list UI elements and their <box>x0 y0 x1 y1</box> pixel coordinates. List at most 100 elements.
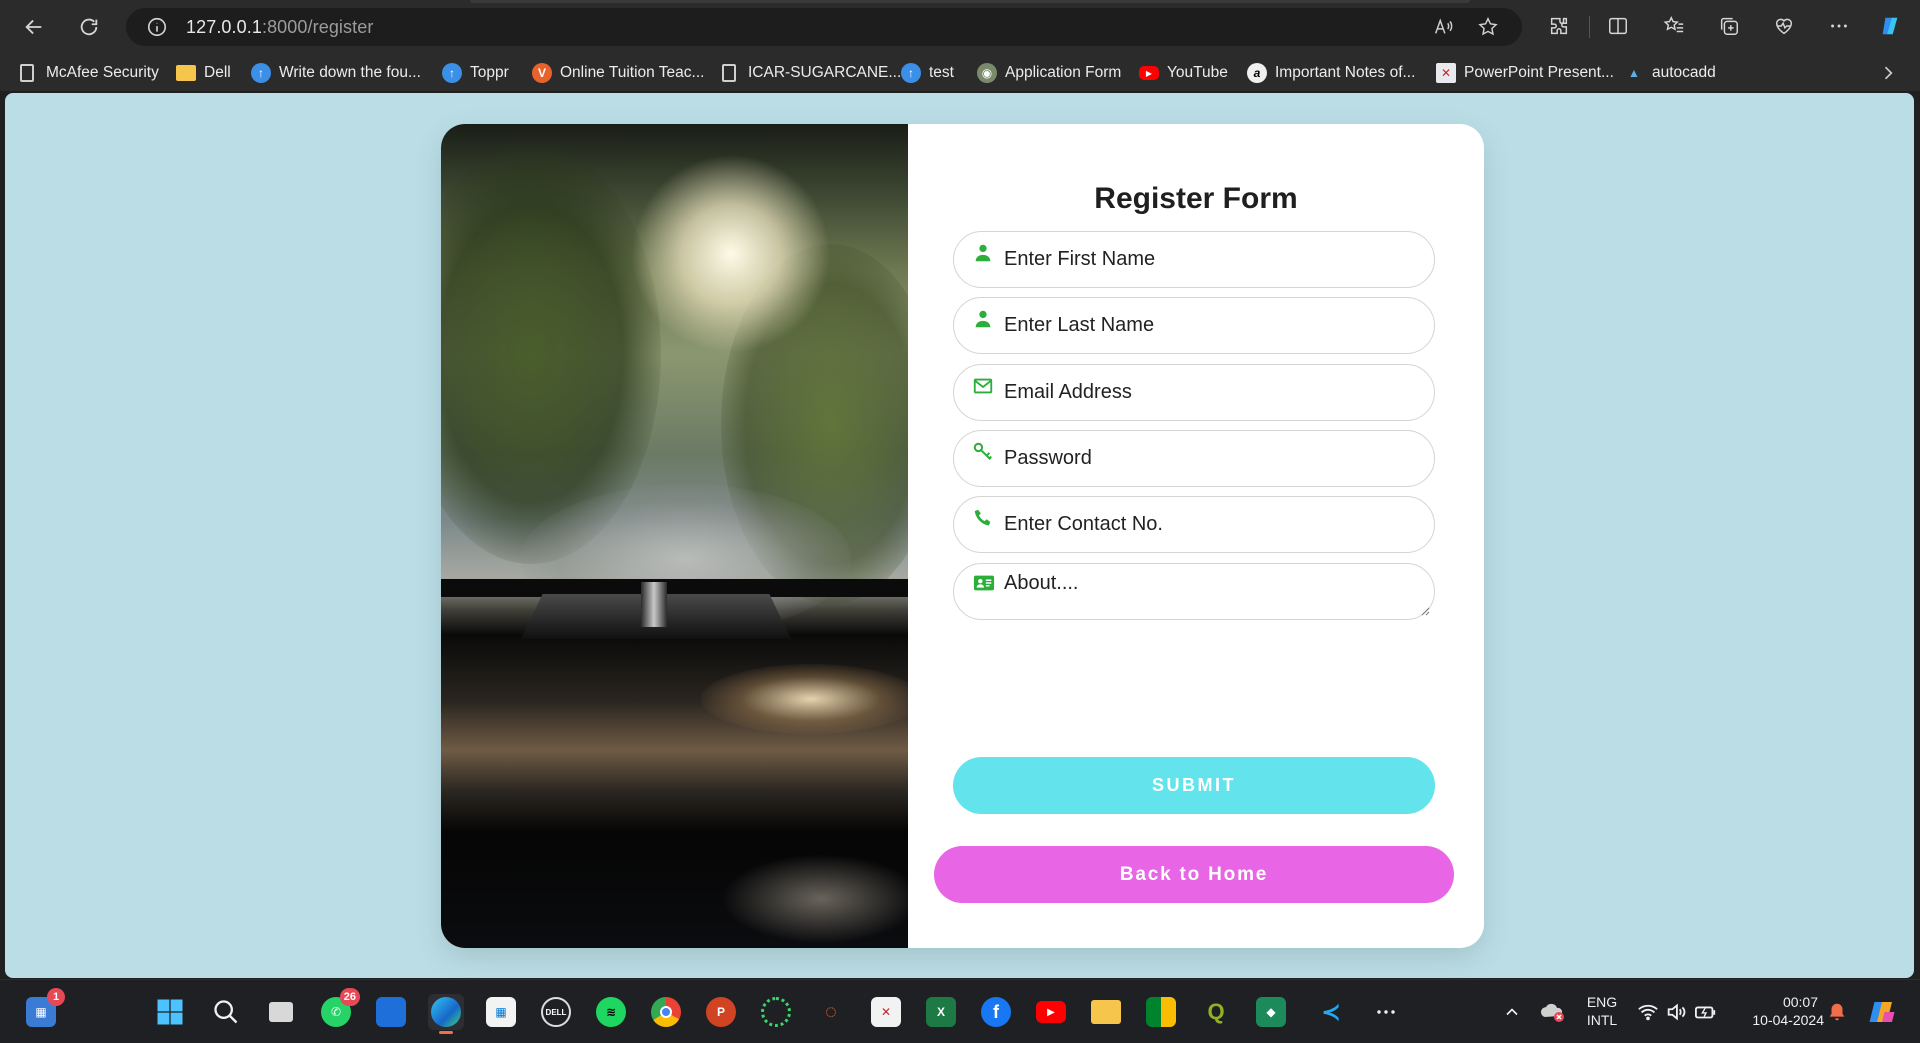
info-icon[interactable] <box>146 16 168 38</box>
bookmark-label: Important Notes of... <box>1275 64 1416 81</box>
email-input[interactable] <box>954 365 1434 420</box>
red-app-taskbar[interactable]: ✕ <box>868 994 904 1030</box>
clock[interactable]: 00:07 10-04-2024 <box>1734 993 1824 1029</box>
bookmark-label: autocadd <box>1652 64 1716 81</box>
bookmark-toppr[interactable]: ↑ Toppr <box>442 61 509 85</box>
copilot-taskbar[interactable] <box>1864 994 1900 1030</box>
collections-button[interactable] <box>1715 12 1743 40</box>
collections-icon <box>1720 17 1738 35</box>
bookmark-write-down[interactable]: ↑ Write down the fou... <box>251 61 421 85</box>
reload-button[interactable] <box>74 12 104 42</box>
about-textarea[interactable] <box>954 564 1434 619</box>
settings-more-button[interactable] <box>1825 12 1853 40</box>
meet-taskbar[interactable] <box>1143 994 1179 1030</box>
favorites-list-icon <box>1663 16 1684 33</box>
circle-app-icon <box>761 997 791 1027</box>
bookmark-powerpoint[interactable]: ✕ PowerPoint Present... <box>1436 61 1614 85</box>
vscode-taskbar[interactable]: ≺ <box>1313 994 1349 1030</box>
upload-arrow-icon: ↑ <box>901 63 921 83</box>
first-name-input[interactable] <box>954 232 1434 287</box>
browser-essentials-button[interactable] <box>1770 12 1798 40</box>
language-indicator[interactable]: ENG INTL <box>1582 993 1622 1029</box>
favorites-button[interactable] <box>1660 12 1688 40</box>
photo-sunlight <box>631 154 831 354</box>
last-name-field[interactable] <box>953 297 1435 354</box>
volume-icon[interactable] <box>1665 1001 1687 1023</box>
bookmark-online-tuition[interactable]: V Online Tuition Teac... <box>532 61 704 85</box>
contact-input[interactable] <box>954 497 1434 552</box>
back-button[interactable] <box>19 12 49 42</box>
read-aloud-icon[interactable] <box>1432 16 1454 38</box>
search-button[interactable] <box>208 994 244 1030</box>
about-field[interactable] <box>953 563 1435 620</box>
bookmark-youtube[interactable]: ▶ YouTube <box>1139 61 1228 85</box>
first-name-field[interactable] <box>953 231 1435 288</box>
clock-date: 10-04-2024 <box>1752 1012 1824 1028</box>
whatsapp-taskbar[interactable]: ✆ 26 <box>318 988 360 1030</box>
last-name-input[interactable] <box>954 298 1434 353</box>
url-text[interactable]: 127.0.0.1:8000/register <box>186 17 373 38</box>
red-app-icon: ✕ <box>871 997 901 1027</box>
powerpoint-taskbar[interactable]: P <box>703 994 739 1030</box>
bookmark-autocadd[interactable]: ▲ autocadd <box>1624 61 1716 85</box>
favorite-star-icon[interactable] <box>1477 16 1499 38</box>
qgis-taskbar[interactable]: Q <box>1198 994 1234 1030</box>
edge-taskbar[interactable] <box>428 994 464 1034</box>
widgets-badge: 1 <box>47 988 65 1006</box>
notification-bell-icon[interactable] <box>1826 1001 1848 1023</box>
chevron-right-icon[interactable] <box>1878 63 1898 83</box>
youtube-icon: ▶ <box>1139 66 1159 80</box>
extensions-button[interactable] <box>1545 12 1573 40</box>
app-blue-taskbar[interactable] <box>373 994 409 1030</box>
bookmark-test[interactable]: ↑ test <box>901 61 954 85</box>
meet-icon <box>1146 997 1176 1027</box>
bookmark-application-form[interactable]: ◉ Application Form <box>977 61 1121 85</box>
task-view-button[interactable] <box>263 994 299 1030</box>
arrow-left-icon <box>25 19 42 35</box>
facebook-taskbar[interactable]: f <box>978 994 1014 1030</box>
contact-field[interactable] <box>953 496 1435 553</box>
bookmark-mcafee-security[interactable]: McAfee Security <box>20 61 159 85</box>
copilot-button[interactable] <box>1876 12 1904 40</box>
submit-button[interactable]: SUBMIT <box>953 757 1435 814</box>
whatsapp-badge: 26 <box>339 988 360 1006</box>
password-field[interactable] <box>953 430 1435 487</box>
page-viewport: Register Form Enter First Name Enter Las… <box>5 93 1914 978</box>
folder-icon <box>1091 1000 1121 1024</box>
youtube-icon: ▶ <box>1036 1001 1066 1023</box>
loader-app-taskbar[interactable] <box>758 994 794 1030</box>
onedrive-error-icon[interactable] <box>1540 1000 1566 1024</box>
password-input[interactable] <box>954 431 1434 486</box>
back-to-home-button[interactable]: Back to Home <box>934 846 1454 903</box>
form-title: Register Form <box>1094 182 1298 215</box>
youtube-taskbar[interactable]: ▶ <box>1033 994 1069 1030</box>
vscode-insiders-taskbar[interactable]: ◆ <box>1253 994 1289 1030</box>
jupyter-taskbar[interactable]: ◌ <box>813 994 849 1030</box>
split-screen-button[interactable] <box>1604 12 1632 40</box>
bookmark-important-notes[interactable]: a Important Notes of... <box>1247 61 1415 85</box>
email-field[interactable] <box>953 364 1435 421</box>
widgets-button[interactable]: ▦ 1 <box>23 988 65 1030</box>
spotify-taskbar[interactable]: ≋ <box>593 994 629 1030</box>
toolbar-separator <box>1589 16 1590 38</box>
a-logo-icon: a <box>1247 63 1267 83</box>
file-explorer-taskbar[interactable] <box>1088 994 1124 1030</box>
bookmark-label: ICAR-SUGARCANE... <box>748 64 902 81</box>
battery-charging-icon[interactable] <box>1694 1001 1718 1023</box>
more-apps-button[interactable] <box>1368 994 1404 1030</box>
bookmark-dell[interactable]: Dell <box>176 61 231 85</box>
resize-grip-icon[interactable] <box>1420 606 1430 616</box>
start-button[interactable] <box>152 994 188 1030</box>
bookmark-label: Application Form <box>1005 64 1122 81</box>
url-path: :8000/register <box>261 17 374 37</box>
wifi-icon[interactable] <box>1637 1001 1659 1023</box>
store-taskbar[interactable]: ▦ <box>483 994 519 1030</box>
chevron-up-icon[interactable] <box>1502 1002 1522 1022</box>
chrome-taskbar[interactable] <box>648 994 684 1030</box>
excel-taskbar[interactable]: X <box>923 994 959 1030</box>
dell-taskbar[interactable]: DELL <box>538 994 574 1030</box>
lang-line2: INTL <box>1586 1012 1618 1028</box>
bookmark-icar-sugarcane[interactable]: ICAR-SUGARCANE... <box>722 61 901 85</box>
vscode-icon: ≺ <box>1320 998 1342 1026</box>
address-bar[interactable]: 127.0.0.1:8000/register <box>126 8 1522 46</box>
